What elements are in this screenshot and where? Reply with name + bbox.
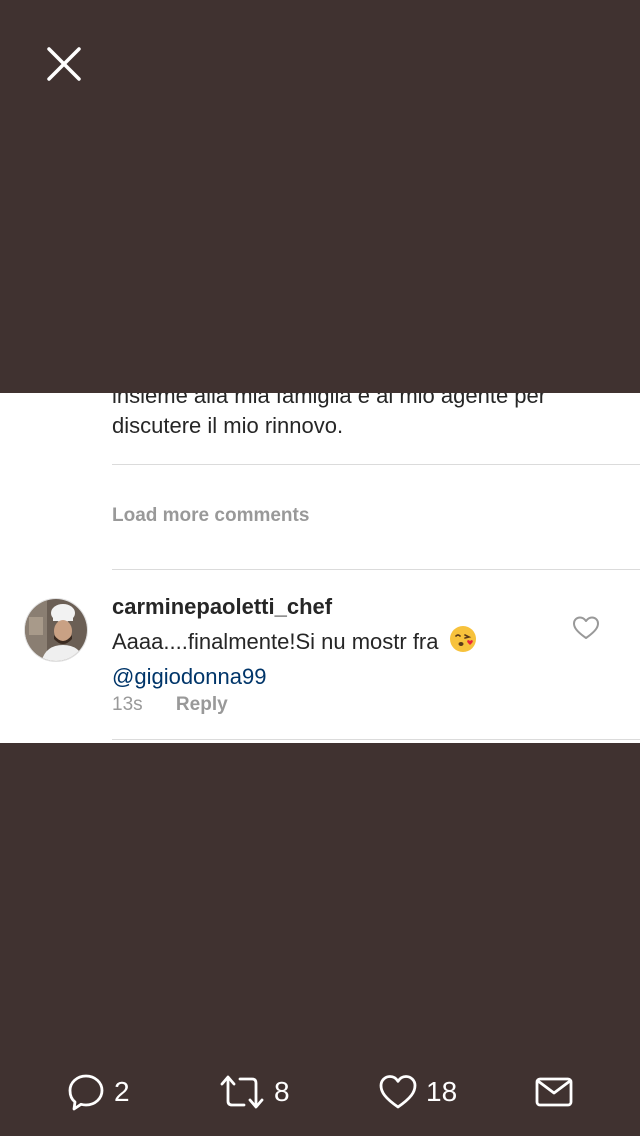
comment-text: Aaaa....finalmente!Si nu mostr fra @gigi… bbox=[112, 625, 552, 692]
mention-link[interactable]: @gigiodonna99 bbox=[112, 661, 552, 692]
comment-timestamp: 13s bbox=[112, 694, 143, 715]
like-count: 18 bbox=[426, 1076, 458, 1107]
envelope-icon bbox=[535, 1077, 573, 1107]
retweet-count: 8 bbox=[274, 1076, 290, 1107]
embedded-screenshot: insieme alla mia famiglia e al mio agent… bbox=[0, 393, 640, 743]
load-more-comments[interactable]: Load more comments bbox=[112, 505, 309, 527]
divider bbox=[112, 739, 640, 740]
avatar-image bbox=[25, 599, 87, 661]
message-action-button[interactable] bbox=[534, 1066, 574, 1118]
comment-body: Aaaa....finalmente!Si nu mostr fra bbox=[112, 629, 439, 654]
tweet-action-bar: 2 8 18 bbox=[0, 1066, 640, 1118]
reply-icon bbox=[68, 1074, 104, 1111]
comment-meta: 13s Reply bbox=[112, 694, 228, 716]
avatar[interactable] bbox=[24, 598, 88, 662]
comment-like-button[interactable] bbox=[572, 615, 600, 641]
reply-button[interactable]: Reply bbox=[176, 694, 228, 715]
reply-action-button[interactable]: 2 bbox=[66, 1066, 130, 1118]
heart-icon bbox=[379, 1075, 417, 1109]
divider bbox=[112, 464, 640, 465]
previous-comment-cut-line: insieme alla mia famiglia e al mio agent… bbox=[112, 393, 547, 408]
divider bbox=[112, 569, 640, 570]
heart-icon bbox=[573, 616, 599, 639]
close-button[interactable] bbox=[36, 36, 92, 92]
comment-username[interactable]: carminepaoletti_chef bbox=[112, 594, 332, 620]
retweet-icon bbox=[220, 1075, 264, 1109]
reply-count: 2 bbox=[114, 1076, 130, 1107]
kissing-face-emoji-icon bbox=[449, 625, 477, 661]
close-icon bbox=[47, 47, 81, 81]
like-action-button[interactable]: 18 bbox=[378, 1066, 457, 1118]
previous-comment-text: discutere il mio rinnovo. bbox=[112, 413, 344, 438]
previous-comment: insieme alla mia famiglia e al mio agent… bbox=[112, 393, 632, 441]
retweet-action-button[interactable]: 8 bbox=[218, 1066, 290, 1118]
